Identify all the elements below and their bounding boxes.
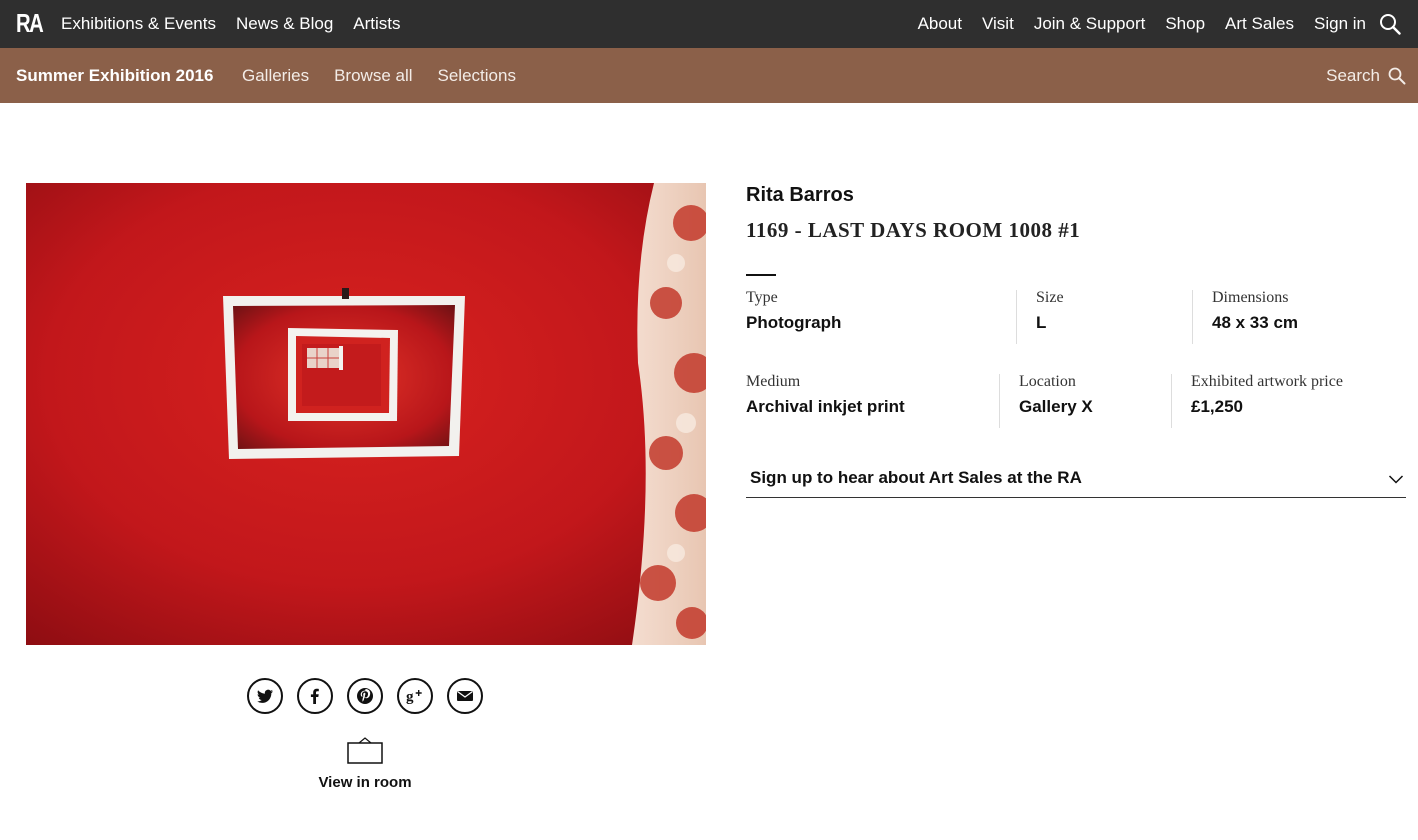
nav-news-blog[interactable]: News & Blog bbox=[236, 14, 333, 34]
location-value: Gallery X bbox=[1019, 397, 1093, 416]
chevron-down-icon bbox=[1388, 475, 1404, 484]
detail-dimensions: Dimensions 48 x 33 cm bbox=[1212, 289, 1298, 333]
artwork-title: 1169 - LAST DAYS ROOM 1008 #1 bbox=[746, 218, 1081, 242]
price-value: £1,250 bbox=[1191, 397, 1243, 416]
nav-sign-in[interactable]: Sign in bbox=[1314, 14, 1366, 34]
exhibition-search-button[interactable]: Search bbox=[1326, 48, 1406, 103]
type-value: Photograph bbox=[746, 313, 842, 332]
primary-nav-left: Exhibitions & Events News & Blog Artists bbox=[61, 0, 401, 48]
size-value: L bbox=[1036, 313, 1047, 332]
frame-icon bbox=[347, 737, 383, 764]
top-navigation-bar: RA Exhibitions & Events News & Blog Arti… bbox=[0, 0, 1418, 48]
nav-join-support[interactable]: Join & Support bbox=[1034, 14, 1146, 34]
detail-divider bbox=[999, 374, 1000, 428]
type-label: Type bbox=[746, 289, 778, 306]
detail-divider bbox=[1171, 374, 1172, 428]
artist-name[interactable]: Rita Barros bbox=[746, 184, 854, 207]
nav-art-sales[interactable]: Art Sales bbox=[1225, 14, 1294, 34]
detail-type: Type Photograph bbox=[746, 289, 841, 333]
title-divider bbox=[746, 274, 776, 276]
artwork-image[interactable] bbox=[26, 183, 706, 645]
detail-location: Location Gallery X bbox=[1019, 373, 1093, 417]
dimensions-label: Dimensions bbox=[1212, 289, 1289, 306]
nav-exhibitions-events[interactable]: Exhibitions & Events bbox=[61, 14, 216, 34]
ra-logo[interactable]: RA bbox=[16, 9, 44, 37]
subnav-selections[interactable]: Selections bbox=[438, 66, 516, 86]
medium-label: Medium bbox=[746, 373, 801, 390]
google-plus-icon[interactable]: g bbox=[397, 678, 433, 714]
exhibition-title-link[interactable]: Summer Exhibition 2016 bbox=[16, 48, 213, 103]
detail-divider bbox=[1016, 290, 1017, 344]
search-icon bbox=[1388, 67, 1406, 84]
size-label: Size bbox=[1036, 289, 1064, 306]
dimensions-value: 48 x 33 cm bbox=[1212, 313, 1299, 332]
exhibition-subnav-bar: Summer Exhibition 2016 Galleries Browse … bbox=[0, 48, 1418, 103]
detail-price: Exhibited artwork price £1,250 bbox=[1191, 373, 1343, 417]
share-icons: g bbox=[247, 678, 483, 714]
nav-artists[interactable]: Artists bbox=[353, 14, 400, 34]
price-label: Exhibited artwork price bbox=[1191, 373, 1343, 390]
exhibition-search-label: Search bbox=[1326, 65, 1380, 85]
detail-divider bbox=[1192, 290, 1193, 344]
search-icon[interactable] bbox=[1379, 13, 1401, 35]
subnav-browse-all[interactable]: Browse all bbox=[334, 66, 412, 86]
primary-nav-right: About Visit Join & Support Shop Art Sale… bbox=[918, 0, 1366, 48]
svg-text:g: g bbox=[406, 689, 414, 705]
nav-visit[interactable]: Visit bbox=[982, 14, 1014, 34]
nav-about[interactable]: About bbox=[918, 14, 962, 34]
exhibition-subnav: Galleries Browse all Selections bbox=[242, 48, 516, 103]
view-in-room-label: View in room bbox=[318, 774, 412, 791]
view-in-room-button[interactable]: View in room bbox=[300, 736, 430, 791]
twitter-icon[interactable] bbox=[247, 678, 283, 714]
detail-size: Size L bbox=[1036, 289, 1064, 333]
facebook-icon[interactable] bbox=[297, 678, 333, 714]
nav-shop[interactable]: Shop bbox=[1165, 14, 1205, 34]
detail-medium: Medium Archival inkjet print bbox=[746, 373, 905, 417]
subnav-galleries[interactable]: Galleries bbox=[242, 66, 309, 86]
medium-value: Archival inkjet print bbox=[746, 397, 905, 416]
signup-label: Sign up to hear about Art Sales at the R… bbox=[750, 468, 1082, 487]
art-sales-signup-toggle[interactable]: Sign up to hear about Art Sales at the R… bbox=[746, 462, 1406, 498]
pinterest-icon[interactable] bbox=[347, 678, 383, 714]
email-icon[interactable] bbox=[447, 678, 483, 714]
location-label: Location bbox=[1019, 373, 1076, 390]
